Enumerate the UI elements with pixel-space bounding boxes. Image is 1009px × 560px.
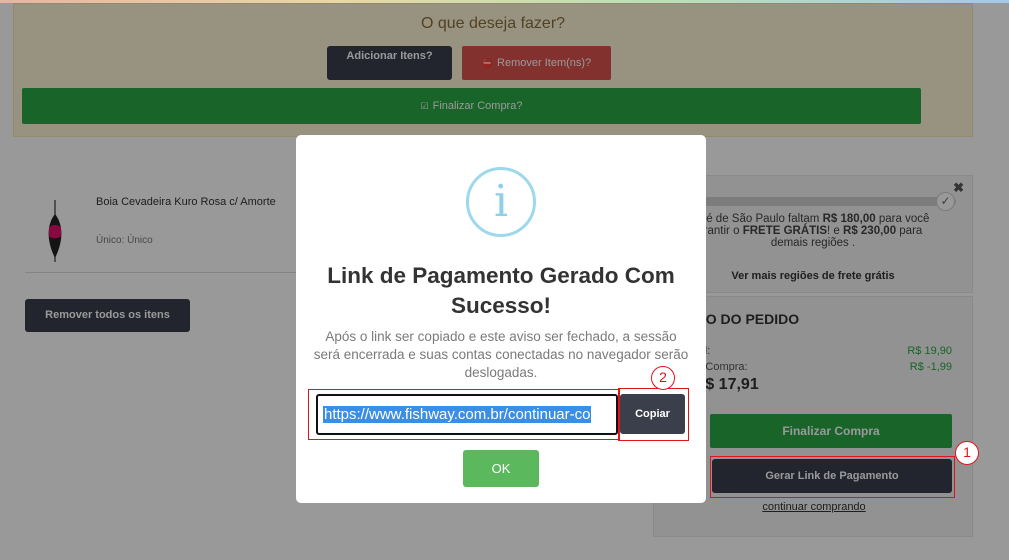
ok-button[interactable]: OK <box>463 450 539 487</box>
annotation-number-1: 1 <box>955 441 979 465</box>
payment-link-modal: i Link de Pagamento Gerado Com Sucesso! … <box>296 135 706 503</box>
annotation-number-2: 2 <box>651 366 675 390</box>
annotation-box-link <box>308 389 620 440</box>
annotation-box-1 <box>710 456 955 498</box>
annotation-box-2 <box>618 388 689 441</box>
modal-title: Link de Pagamento Gerado Com Sucesso! <box>327 263 675 318</box>
modal-message: Após o link ser copiado e este aviso ser… <box>313 329 689 380</box>
info-icon: i <box>466 167 536 237</box>
